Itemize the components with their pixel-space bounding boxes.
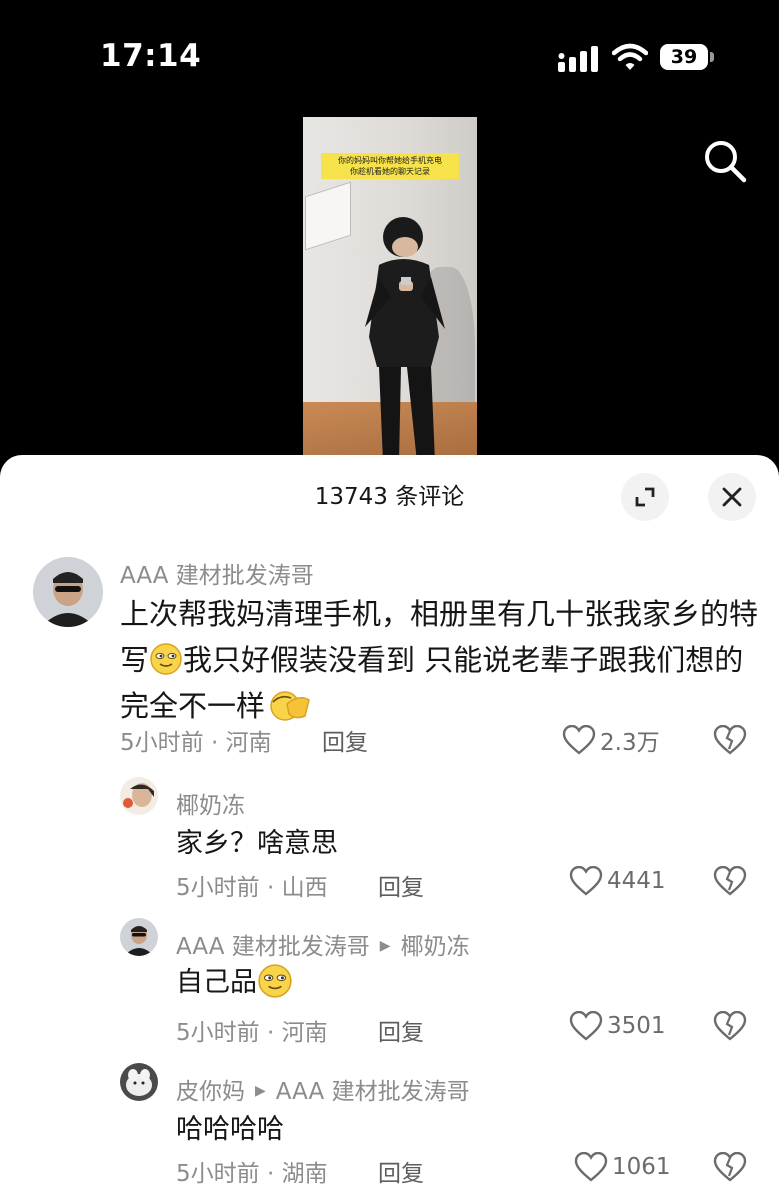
like-button[interactable]: 2.3万: [562, 723, 660, 757]
reply-time-location: 5小时前 · 湖南: [176, 1161, 328, 1187]
battery-tip: [710, 52, 714, 62]
heart-icon: [562, 725, 596, 755]
avatar-image: [120, 918, 158, 956]
battery-level: 39: [660, 44, 708, 70]
like-count: 2.3万: [600, 730, 660, 756]
broken-heart-icon[interactable]: [713, 725, 747, 755]
person-figure-image: [365, 217, 445, 462]
status-time: 17:14: [100, 38, 202, 74]
like-count: 1061: [612, 1154, 671, 1180]
cover-face-emoji-icon: [270, 691, 310, 721]
heart-icon: [569, 866, 603, 896]
reply-username-line: 皮你妈 ▶ AAA 建材批发涛哥: [176, 1072, 470, 1106]
cellular-signal-icon: [558, 46, 598, 72]
video-thumbnail[interactable]: 你的妈妈叫你帮她给手机充电 你趁机看她的聊天记录: [303, 117, 477, 462]
reply-text: 自己品: [176, 960, 293, 1001]
battery-indicator: 39: [660, 44, 714, 72]
reply-button[interactable]: 回复: [322, 723, 368, 757]
video-caption-line2: 你趁机看她的聊天记录: [350, 167, 430, 176]
reply-username-line: AAA 建材批发涛哥 ▶ 椰奶冻: [176, 927, 470, 961]
video-caption-line1: 你的妈妈叫你帮她给手机充电: [338, 156, 442, 165]
broken-heart-icon[interactable]: [713, 1152, 747, 1182]
avatar[interactable]: [120, 918, 158, 956]
comments-sheet: 13743 条评论 AAA 建材批发涛哥 上次帮我妈清理手机，相册里有几十张我家…: [0, 455, 779, 1200]
like-button[interactable]: 3501: [569, 1011, 666, 1041]
like-button[interactable]: 1061: [574, 1152, 671, 1182]
reply-arrow-icon: ▶: [379, 937, 391, 954]
reply-text-content: 自己品: [176, 967, 257, 998]
reply-arrow-icon: ▶: [255, 1082, 266, 1099]
like-button[interactable]: 4441: [569, 866, 666, 896]
like-count: 3501: [607, 1013, 666, 1039]
reply-text: 家乡？啥意思: [176, 828, 338, 859]
comment-text-part2: 我只好假装没看到 只能说老辈子跟我们想的完全不一样: [120, 643, 744, 723]
reply-time-location: 5小时前 · 河南: [176, 1020, 328, 1046]
like-count: 4441: [607, 868, 666, 894]
reply-to-username[interactable]: AAA 建材批发涛哥: [276, 1079, 470, 1105]
reply-button[interactable]: 回复: [378, 1154, 424, 1188]
reply-username[interactable]: 皮你妈: [176, 1079, 245, 1105]
avatar[interactable]: [120, 1063, 158, 1101]
smirk-emoji-icon: [258, 963, 292, 998]
avatar-image: [120, 1063, 158, 1101]
avatar[interactable]: [120, 777, 158, 815]
smirk-emoji-icon: [150, 643, 182, 675]
search-icon[interactable]: [700, 136, 750, 186]
comment-username[interactable]: AAA 建材批发涛哥: [120, 556, 314, 590]
close-button[interactable]: [708, 473, 756, 521]
broken-heart-icon[interactable]: [713, 866, 747, 896]
expand-icon: [635, 487, 655, 507]
reply-username[interactable]: AAA 建材批发涛哥: [176, 934, 370, 960]
avatar[interactable]: [33, 557, 103, 627]
comment-time-location: 5小时前 · 河南: [120, 730, 272, 756]
reply-to-username[interactable]: 椰奶冻: [401, 934, 470, 960]
expand-button[interactable]: [621, 473, 669, 521]
air-conditioner-image: [305, 181, 351, 251]
heart-icon: [574, 1152, 608, 1182]
avatar-image: [120, 777, 158, 815]
wifi-icon: [612, 43, 648, 70]
close-icon: [722, 487, 742, 507]
reply-text: 哈哈哈哈: [176, 1114, 284, 1145]
status-bar: 17:14 39: [0, 0, 779, 110]
reply-username[interactable]: 椰奶冻: [176, 786, 245, 820]
video-caption: 你的妈妈叫你帮她给手机充电 你趁机看她的聊天记录: [321, 153, 459, 179]
reply-time-location: 5小时前 · 山西: [176, 875, 328, 901]
heart-icon: [569, 1011, 603, 1041]
reply-button[interactable]: 回复: [378, 868, 424, 902]
comment-text: 上次帮我妈清理手机，相册里有几十张我家乡的特写 我只好假装没看到 只能说老辈子跟…: [120, 591, 760, 729]
broken-heart-icon[interactable]: [713, 1011, 747, 1041]
reply-button[interactable]: 回复: [378, 1013, 424, 1047]
avatar-image: [33, 557, 103, 627]
